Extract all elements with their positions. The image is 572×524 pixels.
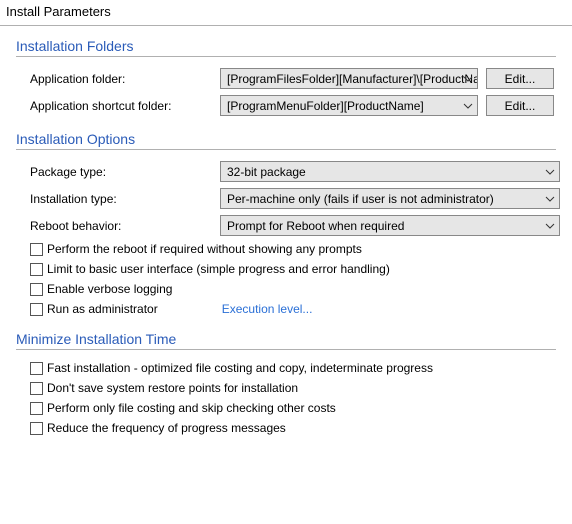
section-installation-folders: Installation Folders Application folder:…: [0, 26, 572, 119]
checkbox-label: Don't save system restore points for ins…: [47, 381, 298, 395]
checkbox-label: Fast installation - optimized file costi…: [47, 361, 433, 375]
combo-application-folder-value: [ProgramFilesFolder][Manufacturer]\[Prod…: [227, 72, 478, 86]
check-row-basic-ui: Limit to basic user interface (simple pr…: [16, 259, 556, 279]
combo-installation-type[interactable]: Per-machine only (fails if user is not a…: [220, 188, 560, 209]
checkbox-basic-ui[interactable]: [30, 263, 43, 276]
section-title-options: Installation Options: [16, 131, 556, 147]
checkbox-label: Limit to basic user interface (simple pr…: [47, 262, 390, 276]
chevron-down-icon: [545, 169, 555, 175]
check-row-perform-reboot: Perform the reboot if required without s…: [16, 239, 556, 259]
combo-package-type-value: 32-bit package: [227, 165, 306, 179]
check-row-fast-installation: Fast installation - optimized file costi…: [16, 358, 556, 378]
checkbox-label: Enable verbose logging: [47, 282, 172, 296]
edit-app-folder-button[interactable]: Edit...: [486, 68, 554, 89]
chevron-down-icon: [545, 196, 555, 202]
checkbox-run-admin[interactable]: [30, 303, 43, 316]
row-application-shortcut-folder: Application shortcut folder: [ProgramMen…: [16, 92, 556, 119]
row-installation-type: Installation type: Per-machine only (fai…: [16, 185, 556, 212]
checkbox-file-costing-only[interactable]: [30, 402, 43, 415]
checkbox-label: Run as administrator: [47, 302, 158, 316]
check-row-run-admin: Run as administrator Execution level...: [16, 299, 556, 319]
label-application-folder: Application folder:: [30, 72, 220, 86]
combo-installation-type-value: Per-machine only (fails if user is not a…: [227, 192, 494, 206]
row-reboot-behavior: Reboot behavior: Prompt for Reboot when …: [16, 212, 556, 239]
checkbox-verbose-logging[interactable]: [30, 283, 43, 296]
row-package-type: Package type: 32-bit package: [16, 158, 556, 185]
page-title: Install Parameters: [0, 0, 572, 25]
section-title-folders: Installation Folders: [16, 38, 556, 54]
check-row-reduce-progress: Reduce the frequency of progress message…: [16, 418, 556, 438]
section-minimize-installation-time: Minimize Installation Time Fast installa…: [0, 319, 572, 438]
section-underline: [16, 56, 556, 57]
combo-application-folder[interactable]: [ProgramFilesFolder][Manufacturer]\[Prod…: [220, 68, 478, 89]
checkbox-reduce-progress[interactable]: [30, 422, 43, 435]
check-row-verbose-logging: Enable verbose logging: [16, 279, 556, 299]
section-installation-options: Installation Options Package type: 32-bi…: [0, 119, 572, 319]
section-title-minimize: Minimize Installation Time: [16, 331, 556, 347]
row-application-folder: Application folder: [ProgramFilesFolder]…: [16, 65, 556, 92]
chevron-down-icon: [463, 103, 473, 109]
label-installation-type: Installation type:: [30, 192, 220, 206]
check-row-file-costing-only: Perform only file costing and skip check…: [16, 398, 556, 418]
label-reboot-behavior: Reboot behavior:: [30, 219, 220, 233]
label-application-shortcut-folder: Application shortcut folder:: [30, 99, 220, 113]
combo-application-shortcut-folder-value: [ProgramMenuFolder][ProductName]: [227, 99, 424, 113]
checkbox-label: Perform only file costing and skip check…: [47, 401, 336, 415]
checkbox-fast-installation[interactable]: [30, 362, 43, 375]
combo-package-type[interactable]: 32-bit package: [220, 161, 560, 182]
checkbox-perform-reboot[interactable]: [30, 243, 43, 256]
edit-shortcut-folder-button[interactable]: Edit...: [486, 95, 554, 116]
section-underline: [16, 149, 556, 150]
checkbox-no-restore-points[interactable]: [30, 382, 43, 395]
combo-reboot-behavior[interactable]: Prompt for Reboot when required: [220, 215, 560, 236]
section-underline: [16, 349, 556, 350]
chevron-down-icon: [545, 223, 555, 229]
label-package-type: Package type:: [30, 165, 220, 179]
checkbox-label: Reduce the frequency of progress message…: [47, 421, 286, 435]
combo-reboot-behavior-value: Prompt for Reboot when required: [227, 219, 404, 233]
check-row-no-restore-points: Don't save system restore points for ins…: [16, 378, 556, 398]
checkbox-label: Perform the reboot if required without s…: [47, 242, 362, 256]
link-execution-level[interactable]: Execution level...: [222, 302, 313, 316]
combo-application-shortcut-folder[interactable]: [ProgramMenuFolder][ProductName]: [220, 95, 478, 116]
